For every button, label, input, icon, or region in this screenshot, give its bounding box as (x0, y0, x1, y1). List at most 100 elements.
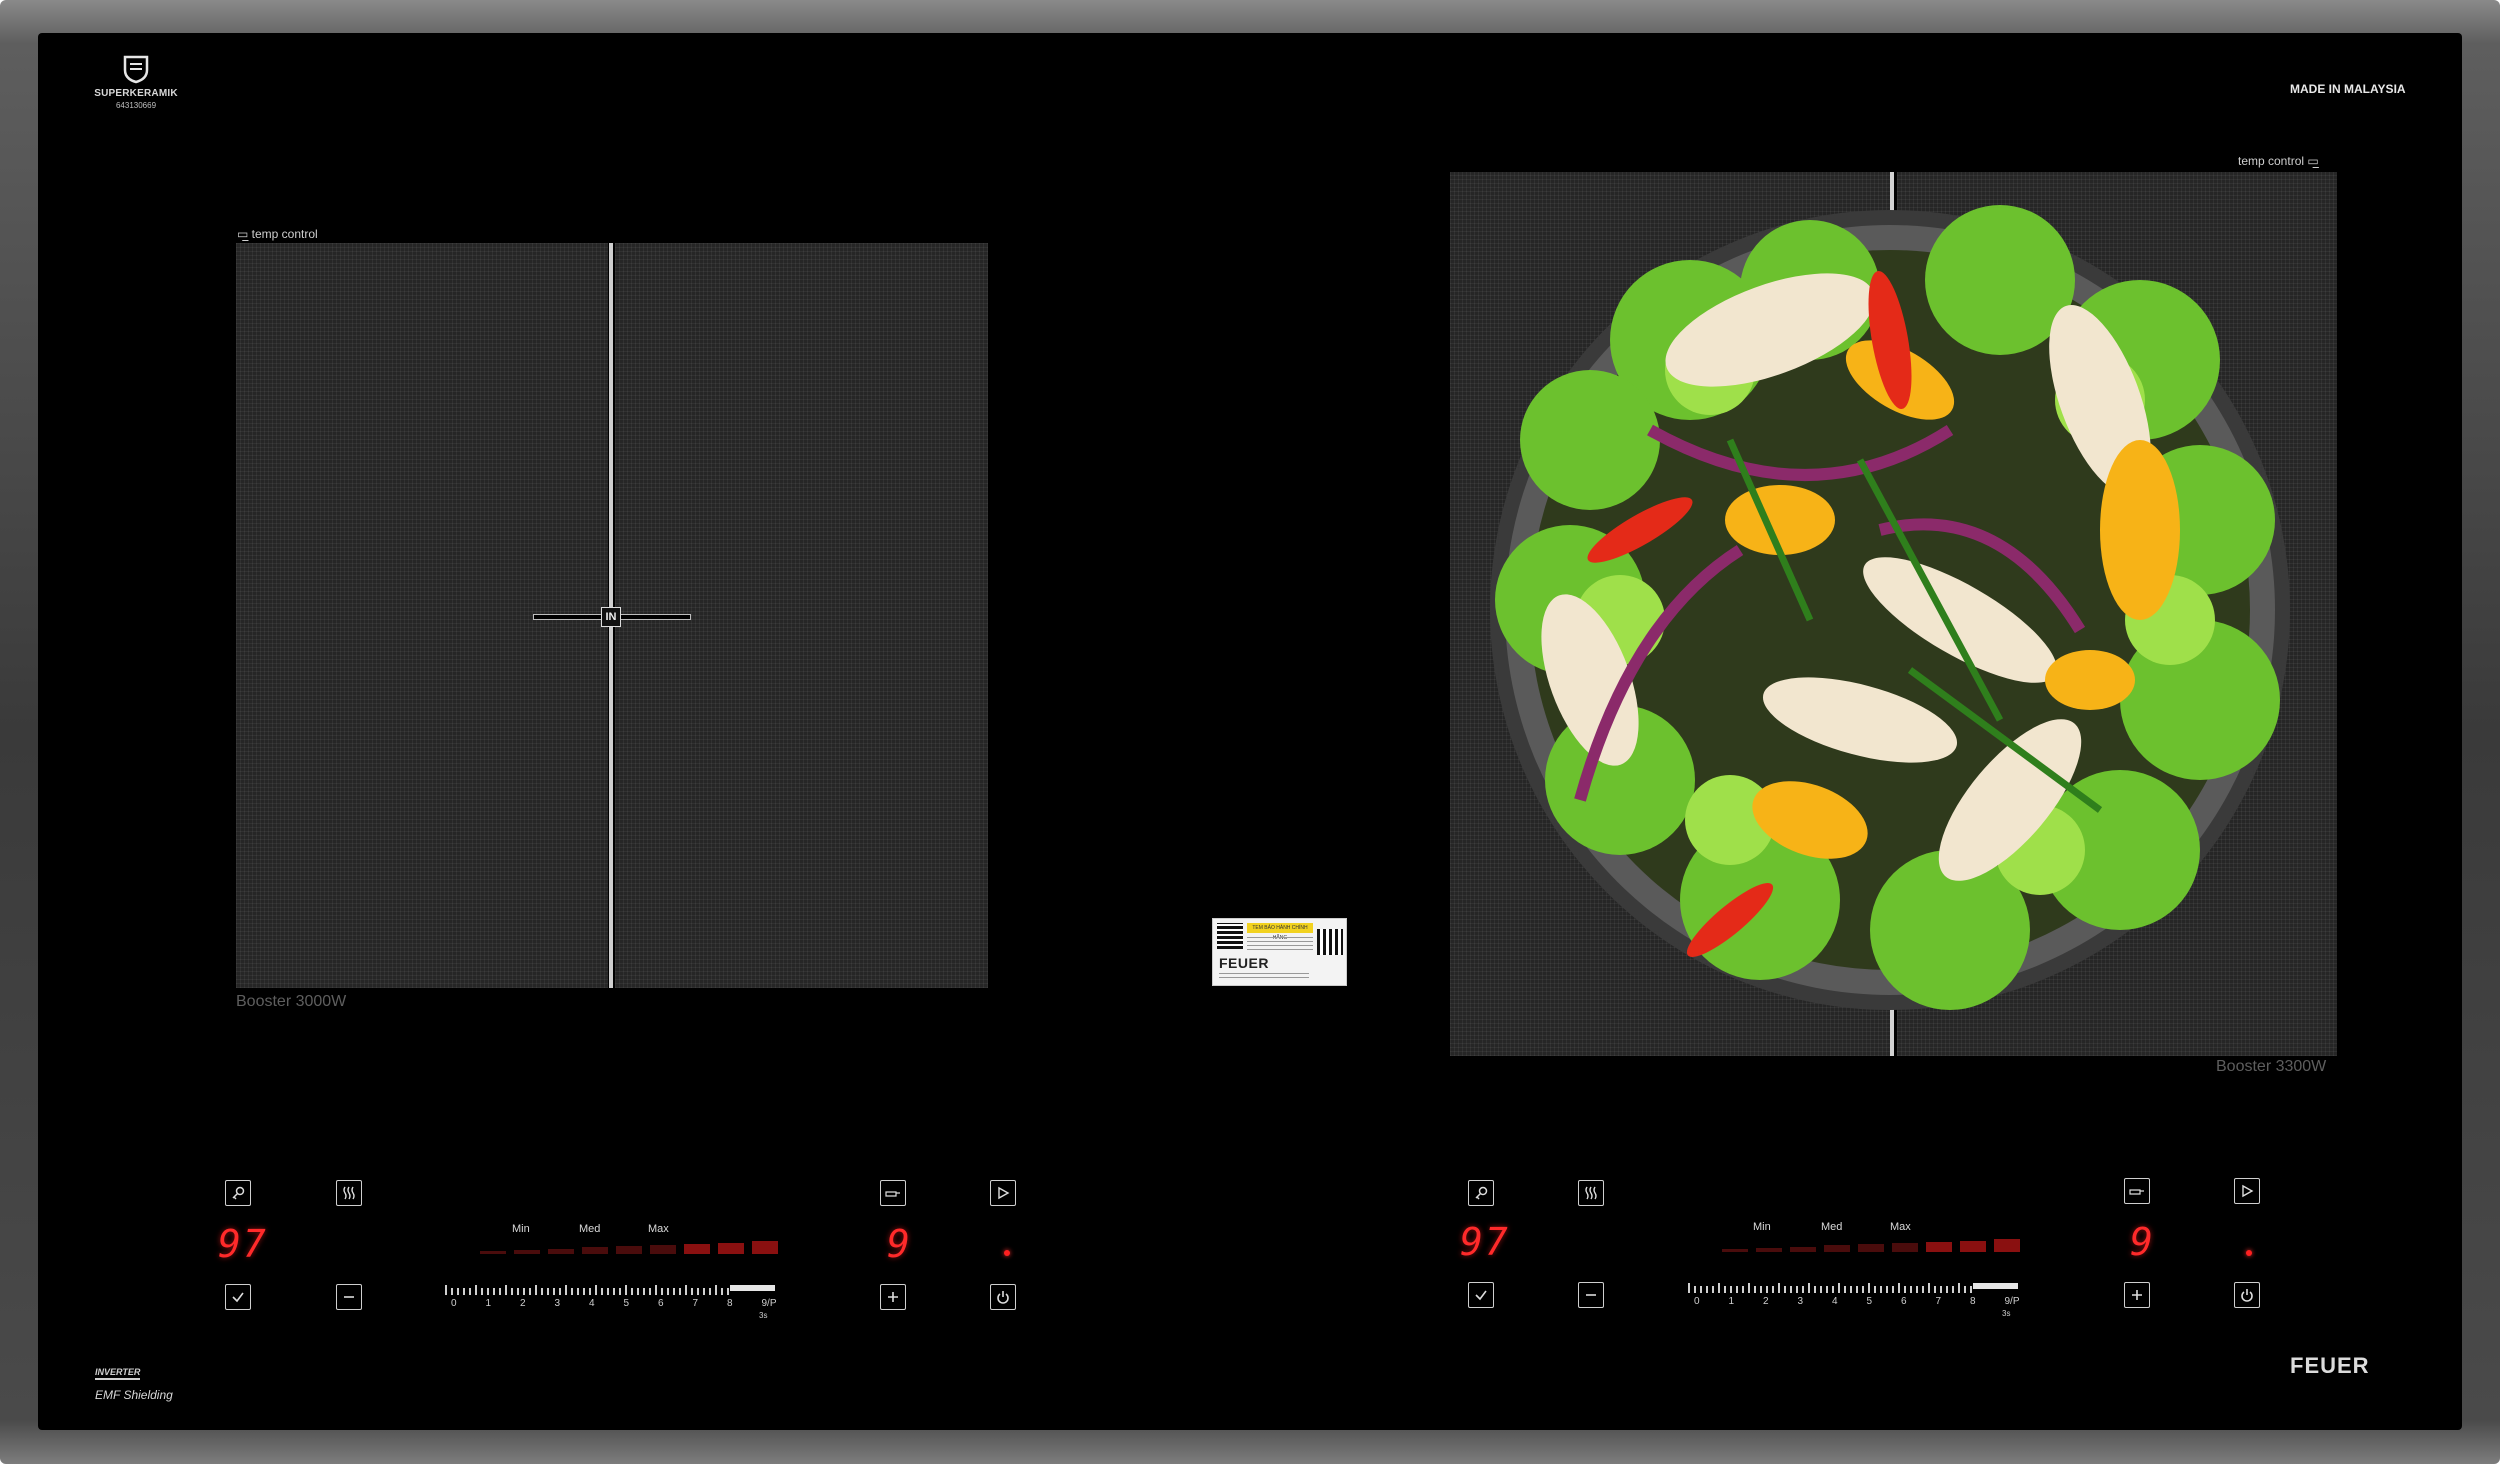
key-lock-button[interactable] (225, 1180, 251, 1206)
slider-scale-number: 7 (1935, 1296, 1942, 1307)
pan-icon (2129, 1189, 2144, 1195)
slider-tick (505, 1285, 507, 1295)
scale-hold-label: 3s (759, 1311, 768, 1320)
slider-tick (1970, 1286, 1972, 1293)
slider-tick (727, 1288, 729, 1295)
sticker-serial-lines (1219, 973, 1309, 981)
heat-segment (1892, 1243, 1918, 1252)
pan-icon: ▭̲ (237, 227, 252, 241)
slider-tick (1754, 1286, 1756, 1293)
minus-icon (1586, 1294, 1596, 1296)
emf-shielding-label: EMF Shielding (95, 1388, 173, 1402)
slider-tick (685, 1285, 687, 1295)
slider-tick (529, 1288, 531, 1295)
slider-tick (715, 1285, 717, 1295)
key-lock-icon (232, 1186, 245, 1200)
heat-segment (616, 1246, 642, 1254)
slider-scale-number: 1 (1728, 1296, 1735, 1307)
slider-scale-number: 0 (451, 1298, 457, 1309)
slider-tick (541, 1288, 543, 1295)
slider-tick (523, 1288, 525, 1295)
heat-segment (684, 1243, 710, 1254)
heat-segment (1722, 1249, 1748, 1252)
slider-tick (649, 1288, 651, 1295)
power-slider-left[interactable] (445, 1283, 775, 1295)
confirm-check-icon (232, 1292, 244, 1303)
slider-tick (1850, 1286, 1852, 1293)
slider-tick (553, 1288, 555, 1295)
power-slider-right[interactable] (1688, 1281, 2018, 1293)
power-button-left[interactable] (990, 1284, 1016, 1310)
shield-icon (123, 55, 149, 84)
slider-tick (1688, 1283, 1690, 1293)
play-pause-button-left[interactable] (990, 1180, 1016, 1206)
heat-segment (514, 1249, 540, 1254)
minus-button-left[interactable] (336, 1284, 362, 1310)
slider-tick (703, 1288, 705, 1295)
slider-tick (709, 1288, 711, 1295)
sticker-text-lines (1247, 937, 1313, 953)
slider-tick (613, 1288, 615, 1295)
slider-tick (691, 1288, 693, 1295)
slider-tick (1928, 1283, 1930, 1293)
slider-tick (721, 1288, 723, 1295)
inverter-logo: INVERTER (95, 1367, 141, 1380)
slider-scale-number: 7 (692, 1298, 699, 1309)
slider-tick (661, 1288, 663, 1295)
slider-tick (445, 1285, 447, 1295)
slider-tick (1904, 1286, 1906, 1293)
heat-segment (718, 1242, 744, 1254)
heat-level-bar-left (480, 1241, 780, 1254)
plus-button-right[interactable] (2124, 1282, 2150, 1308)
slider-tick (583, 1288, 585, 1295)
slider-tick (1946, 1286, 1948, 1293)
slider-tick (469, 1288, 471, 1295)
slider-tick (1868, 1283, 1870, 1293)
keep-warm-button[interactable] (336, 1180, 362, 1206)
heat-segment (1790, 1246, 1816, 1252)
confirm-button-left[interactable] (225, 1284, 251, 1310)
level-max-label: Max (1890, 1221, 1911, 1233)
slider-tick (1706, 1286, 1708, 1293)
confirm-button-right[interactable] (1468, 1282, 1494, 1308)
booster-label-left: Booster 3000W (236, 993, 347, 1010)
slider-tick (1964, 1286, 1966, 1293)
key-lock-button-right[interactable] (1468, 1180, 1494, 1206)
play-pause-button-right[interactable] (2234, 1178, 2260, 1204)
slider-scale-number: 6 (1901, 1296, 1907, 1307)
slider-tick (1958, 1283, 1960, 1293)
slider-tick (1874, 1286, 1876, 1293)
slider-tick (565, 1285, 567, 1295)
power-icon (997, 1291, 1009, 1304)
heat-segment (548, 1248, 574, 1254)
power-button-right[interactable] (2234, 1282, 2260, 1308)
certification-name: SUPERKERAMIK (94, 88, 178, 99)
slider-tick (1730, 1286, 1732, 1293)
slider-tick (1784, 1286, 1786, 1293)
warranty-sticker: TEM BẢO HÀNH CHÍNH HÃNG FEUER (1212, 918, 1347, 986)
slider-scale-number: 9/P (2004, 1296, 2020, 1307)
slider-tick (1910, 1286, 1912, 1293)
sticker-brand: FEUER (1219, 955, 1269, 971)
slider-tick (637, 1288, 639, 1295)
pan-detect-button-left[interactable] (880, 1180, 906, 1206)
keep-warm-icon (343, 1186, 355, 1200)
slider-tick (1736, 1286, 1738, 1293)
slider-scale-number: 1 (485, 1298, 492, 1309)
slider-tick (499, 1288, 501, 1295)
slider-tick (595, 1285, 597, 1295)
slider-tick (1862, 1286, 1864, 1293)
pan-detect-button-right[interactable] (2124, 1178, 2150, 1204)
heat-segment (1824, 1245, 1850, 1252)
keep-warm-button-right[interactable] (1578, 1180, 1604, 1206)
certification-code: 643130669 (115, 101, 157, 110)
minus-button-right[interactable] (1578, 1282, 1604, 1308)
slider-tick (1712, 1286, 1714, 1293)
slider-scale-number: 4 (1832, 1296, 1838, 1307)
heat-segment (582, 1247, 608, 1254)
booster-label-right: Booster 3300W (2216, 1058, 2327, 1075)
plus-button-left[interactable] (880, 1284, 906, 1310)
slider-tick (1856, 1286, 1858, 1293)
slider-scale-right: 0 1 2 3 4 5 6 7 8 9/P (1688, 1296, 2028, 1310)
slider-tick (679, 1288, 681, 1295)
